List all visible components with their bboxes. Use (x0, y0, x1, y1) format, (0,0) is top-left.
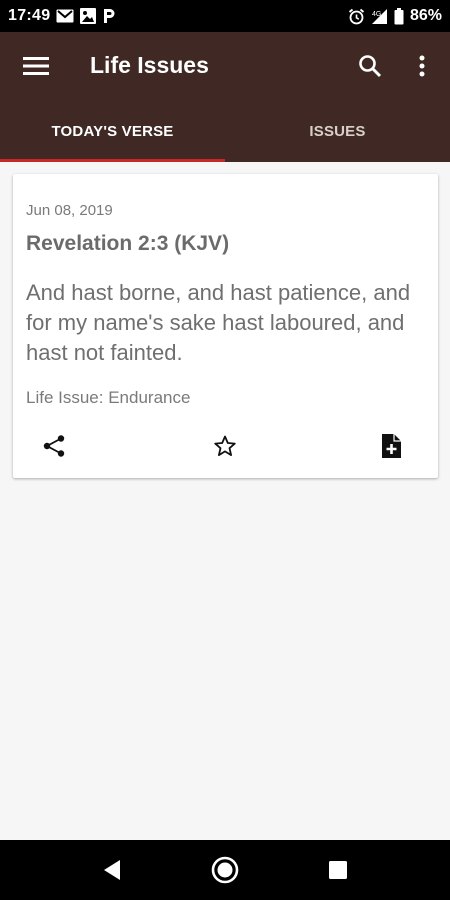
more-vert-icon (419, 55, 425, 77)
tab-bar: TODAY'S VERSE ISSUES (0, 100, 450, 162)
star-icon (214, 435, 236, 456)
svg-text:4G: 4G (372, 11, 381, 18)
app-header: Life Issues TODAY'S VERSE ISSUES (0, 32, 450, 162)
alarm-icon (348, 8, 365, 25)
life-issue-label: Life Issue: Endurance (26, 388, 191, 407)
toolbar: Life Issues (0, 32, 450, 100)
search-button[interactable] (354, 50, 386, 82)
status-right: 4G 86% (348, 7, 442, 25)
more-options-button[interactable] (408, 50, 436, 82)
tab-todays-verse[interactable]: TODAY'S VERSE (0, 100, 225, 162)
gmail-icon (56, 9, 74, 23)
app-title: Life Issues (90, 52, 209, 78)
verse-reference: Revelation 2:3 (KJV) (26, 232, 230, 255)
signal-icon: 4G (371, 8, 388, 25)
tab-issues[interactable]: ISSUES (225, 100, 450, 162)
status-left: 17:49 (8, 7, 116, 25)
add-note-button[interactable] (375, 430, 407, 462)
back-button[interactable] (96, 854, 128, 886)
status-time: 17:49 (8, 7, 51, 24)
favorite-button[interactable] (209, 430, 241, 462)
card-actions (13, 426, 438, 466)
status-bar: 17:49 4G 86% (0, 0, 450, 32)
verse-date: Jun 08, 2019 (26, 202, 113, 219)
verse-card: Jun 08, 2019 Revelation 2:3 (KJV) And ha… (13, 174, 438, 478)
navigation-bar (0, 840, 450, 900)
share-button[interactable] (38, 430, 70, 462)
add-note-icon (382, 434, 401, 458)
photo-icon (80, 8, 97, 24)
back-icon (104, 860, 120, 880)
tab-indicator (0, 159, 225, 162)
verse-text: And hast borne, and hast patience, and f… (26, 280, 411, 365)
menu-button[interactable] (20, 52, 52, 80)
parking-icon (102, 8, 116, 24)
tab-issues-label: ISSUES (309, 122, 366, 140)
hamburger-menu-icon (23, 57, 49, 75)
home-icon (211, 856, 239, 884)
search-icon (359, 55, 382, 78)
tab-todays-verse-label: TODAY'S VERSE (51, 122, 174, 140)
home-button[interactable] (209, 854, 241, 886)
recents-icon (329, 861, 347, 879)
share-icon (43, 435, 65, 457)
battery-icon (394, 7, 404, 25)
recents-button[interactable] (322, 854, 354, 886)
battery-percent: 86% (409, 7, 442, 24)
